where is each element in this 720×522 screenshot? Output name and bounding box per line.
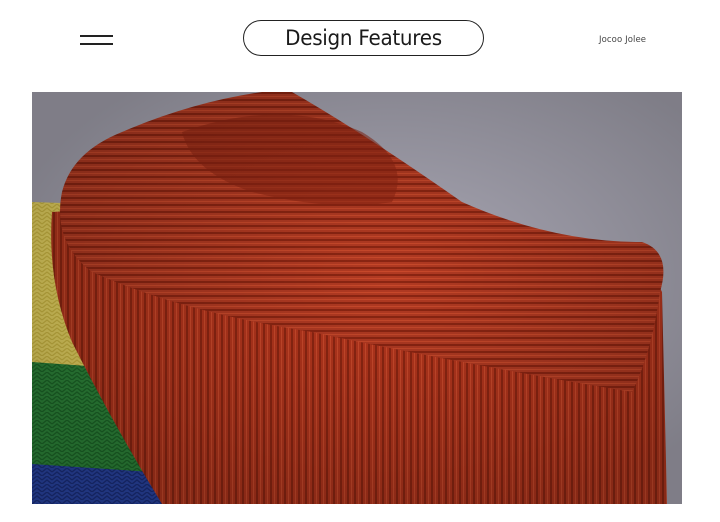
- menu-icon-bar-bottom: [80, 43, 113, 45]
- product-photo: [32, 92, 682, 504]
- vignette: [32, 92, 682, 504]
- menu-icon-bar-top: [80, 35, 113, 37]
- menu-icon[interactable]: [80, 34, 113, 47]
- section-title-pill: Design Features: [243, 20, 484, 56]
- section-title: Design Features: [285, 26, 442, 50]
- sweater-collar-illustration: [32, 92, 682, 504]
- brand-name: Jocoo Jolee: [599, 35, 647, 45]
